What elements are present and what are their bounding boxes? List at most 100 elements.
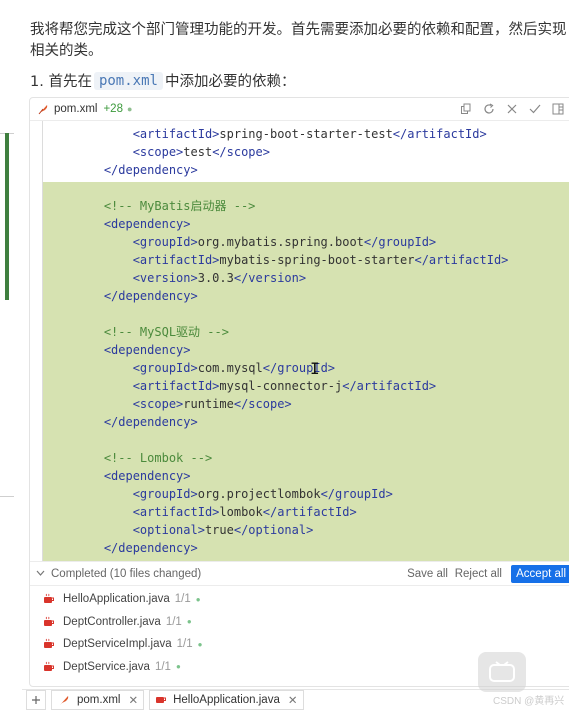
list-item[interactable]: HelloApplication.java 1/1 ● [30,588,569,611]
xml-text: runtime [183,397,234,411]
code-line: <artifactId>lombok</artifactId> [75,503,569,521]
xml-tag: </scope> [212,145,270,159]
status-dot: ● [195,594,201,604]
code-line: <!-- MySQL驱动 --> [75,323,569,341]
xml-tag: <artifactId> [132,505,220,519]
xml-tag: <dependency> [103,469,191,483]
java-icon [42,637,56,651]
xml-tag: </dependency> [103,541,198,555]
xml-tag: <dependency> [103,343,191,357]
xml-tag: </groupId> [363,235,437,249]
close-icon[interactable]: ✕ [128,693,138,707]
xml-tag: <artifactId> [132,253,220,267]
code-line: <scope>test</scope> [75,143,569,161]
xml-text: lombok [219,505,263,519]
completed-label[interactable]: Completed (10 files changed) [51,568,201,580]
code-diff-editor: pom.xml +28 ● <artifactId>spring-boot-st [29,97,569,687]
xml-tag: </optional> [233,523,314,537]
watermark: CSDN @黄再兴 [493,696,565,707]
close-icon[interactable] [505,101,519,117]
java-icon [155,693,167,708]
tab-hello-application[interactable]: HelloApplication.java ✕ [149,690,304,710]
code-line: <!-- MyBatis启动器 --> [75,197,569,215]
xml-tag: </scope> [233,397,292,411]
file-name: HelloApplication.java [63,593,170,606]
xml-text: mysql-connector-j [219,379,343,393]
code-line: <optional>true</optional> [75,521,569,539]
status-dot: ● [186,617,192,627]
list-item[interactable]: DeptController.java 1/1 ● [30,611,569,634]
code-line: <artifactId>mysql-connector-j</artifactI… [75,377,569,395]
xml-tag: <scope> [132,145,184,159]
left-indicator-bar [5,133,9,300]
status-dot: ● [126,104,133,114]
check-icon[interactable] [528,101,542,117]
xml-tag: </dependency> [103,163,198,177]
added-lines-count: +28 [103,103,123,115]
xml-text: org.mybatis.spring.boot [197,235,364,249]
code-area[interactable]: <artifactId>spring-boot-starter-test</ar… [30,121,569,561]
accept-all-button[interactable]: Accept all [511,565,569,583]
xml-tag: </groupId> [262,361,336,375]
code-line: <artifactId>spring-boot-starter-test</ar… [75,125,569,143]
change-count: 1/1 [174,593,191,606]
copy-icon[interactable] [459,101,473,117]
code-line: </dependency> [75,539,569,557]
save-all-button[interactable]: Save all [407,568,448,580]
intro-paragraph: 我将帮您完成这个部门管理功能的开发。首先需要添加必要的依赖和配置，然后实现相关的… [30,22,567,59]
xml-tag: </groupId> [320,487,393,501]
file-name: DeptService.java [63,660,150,673]
code-line: <groupId>org.mybatis.spring.boot</groupI… [75,233,569,251]
left-panel-edge [0,0,22,710]
play-icon [478,652,526,692]
status-dot: ● [197,639,203,649]
xml-tag: <groupId> [132,235,198,249]
editor-tab-bar: pom.xml ✕ HelloApplication.java ✕ [22,689,569,710]
step-1: 1. 首先在 pom.xml 中添加必要的依赖： [30,70,295,91]
editor-file-name[interactable]: pom.xml [54,103,97,115]
code-line: <groupId>com.mysql</groupId> [75,359,569,377]
refresh-icon[interactable] [482,101,496,117]
xml-text: test [183,145,213,159]
xml-tag: <optional> [132,523,205,537]
code-line: <dependency> [75,215,569,233]
reject-all-button[interactable]: Reject all [455,568,502,580]
xml-tag: </artifactId> [392,127,487,141]
new-tab-button[interactable] [26,690,46,710]
changes-summary-bar: Completed (10 files changed) Save all Re… [30,561,569,586]
xml-text: spring-boot-starter-test [219,127,393,141]
close-icon[interactable]: ✕ [288,693,298,707]
feather-icon [36,102,50,116]
left-divider [0,496,14,497]
tab-pom-xml[interactable]: pom.xml ✕ [51,690,145,710]
xml-tag: </dependency> [103,289,198,303]
chevron-down-icon[interactable] [36,568,45,579]
java-icon [42,615,56,629]
panel-icon[interactable] [551,101,565,117]
feather-icon [57,693,71,707]
change-count: 1/1 [165,615,182,628]
xml-tag: </artifactId> [262,505,357,519]
step-suffix: 中添加必要的依赖： [164,74,296,90]
xml-comment: <!-- MySQL驱动 --> [103,325,229,339]
change-count: 1/1 [176,638,193,651]
xml-tag: </version> [233,271,307,285]
tab-label: pom.xml [77,694,121,706]
